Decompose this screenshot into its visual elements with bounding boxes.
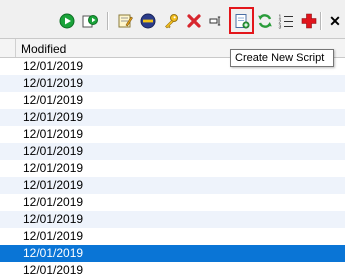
run-icon[interactable]: [58, 12, 76, 30]
modified-cell: 12/01/2019: [23, 93, 84, 107]
tooltip: Create New Script: [230, 49, 334, 67]
modified-cell: 12/01/2019: [23, 110, 84, 124]
run-step-icon[interactable]: [81, 12, 99, 30]
modified-cell: 12/01/2019: [23, 161, 84, 175]
modified-cell: 12/01/2019: [23, 229, 84, 243]
highlight-box: [229, 7, 254, 34]
svg-text:3: 3: [279, 25, 282, 30]
table-row[interactable]: 12/01/2019: [0, 160, 345, 177]
refresh-icon[interactable]: [256, 12, 274, 30]
disable-icon[interactable]: [139, 12, 157, 30]
table-row[interactable]: 12/01/2019: [0, 211, 345, 228]
modified-cell: 12/01/2019: [23, 144, 84, 158]
table-row-selected[interactable]: 12/01/2019: [0, 245, 345, 262]
delete-icon[interactable]: [185, 12, 203, 30]
file-list: 12/01/2019 12/01/2019 12/01/2019 12/01/2…: [0, 58, 345, 279]
table-row[interactable]: 12/01/2019: [0, 75, 345, 92]
list-icon[interactable]: 123: [277, 12, 295, 30]
modified-cell: 12/01/2019: [23, 127, 84, 141]
table-row[interactable]: 12/01/2019: [0, 109, 345, 126]
table-row[interactable]: 12/01/2019: [0, 126, 345, 143]
modified-cell: 12/01/2019: [23, 76, 84, 90]
column-divider[interactable]: [15, 39, 16, 57]
modified-cell: 12/01/2019: [23, 59, 84, 73]
edit-icon[interactable]: [116, 12, 134, 30]
modified-cell: 12/01/2019: [23, 178, 84, 192]
close-glyph: ✕: [329, 12, 341, 29]
modified-cell: 12/01/2019: [23, 263, 84, 277]
modified-cell: 12/01/2019: [23, 212, 84, 226]
column-header-modified[interactable]: Modified: [21, 42, 66, 56]
table-row[interactable]: 12/01/2019: [0, 143, 345, 160]
toolbar-separator: [107, 12, 109, 30]
table-row[interactable]: 12/01/2019: [0, 228, 345, 245]
close-icon[interactable]: ✕: [326, 12, 344, 30]
modified-cell: 12/01/2019: [23, 246, 84, 260]
rename-icon[interactable]: [206, 12, 224, 30]
table-row[interactable]: 12/01/2019: [0, 262, 345, 279]
add-icon[interactable]: [300, 12, 318, 30]
key-icon[interactable]: [162, 12, 180, 30]
toolbar-separator: [320, 12, 322, 30]
modified-cell: 12/01/2019: [23, 195, 84, 209]
table-row[interactable]: 12/01/2019: [0, 194, 345, 211]
toolbar: 123 ✕: [0, 0, 345, 38]
table-row[interactable]: 12/01/2019: [0, 177, 345, 194]
table-row[interactable]: 12/01/2019: [0, 92, 345, 109]
